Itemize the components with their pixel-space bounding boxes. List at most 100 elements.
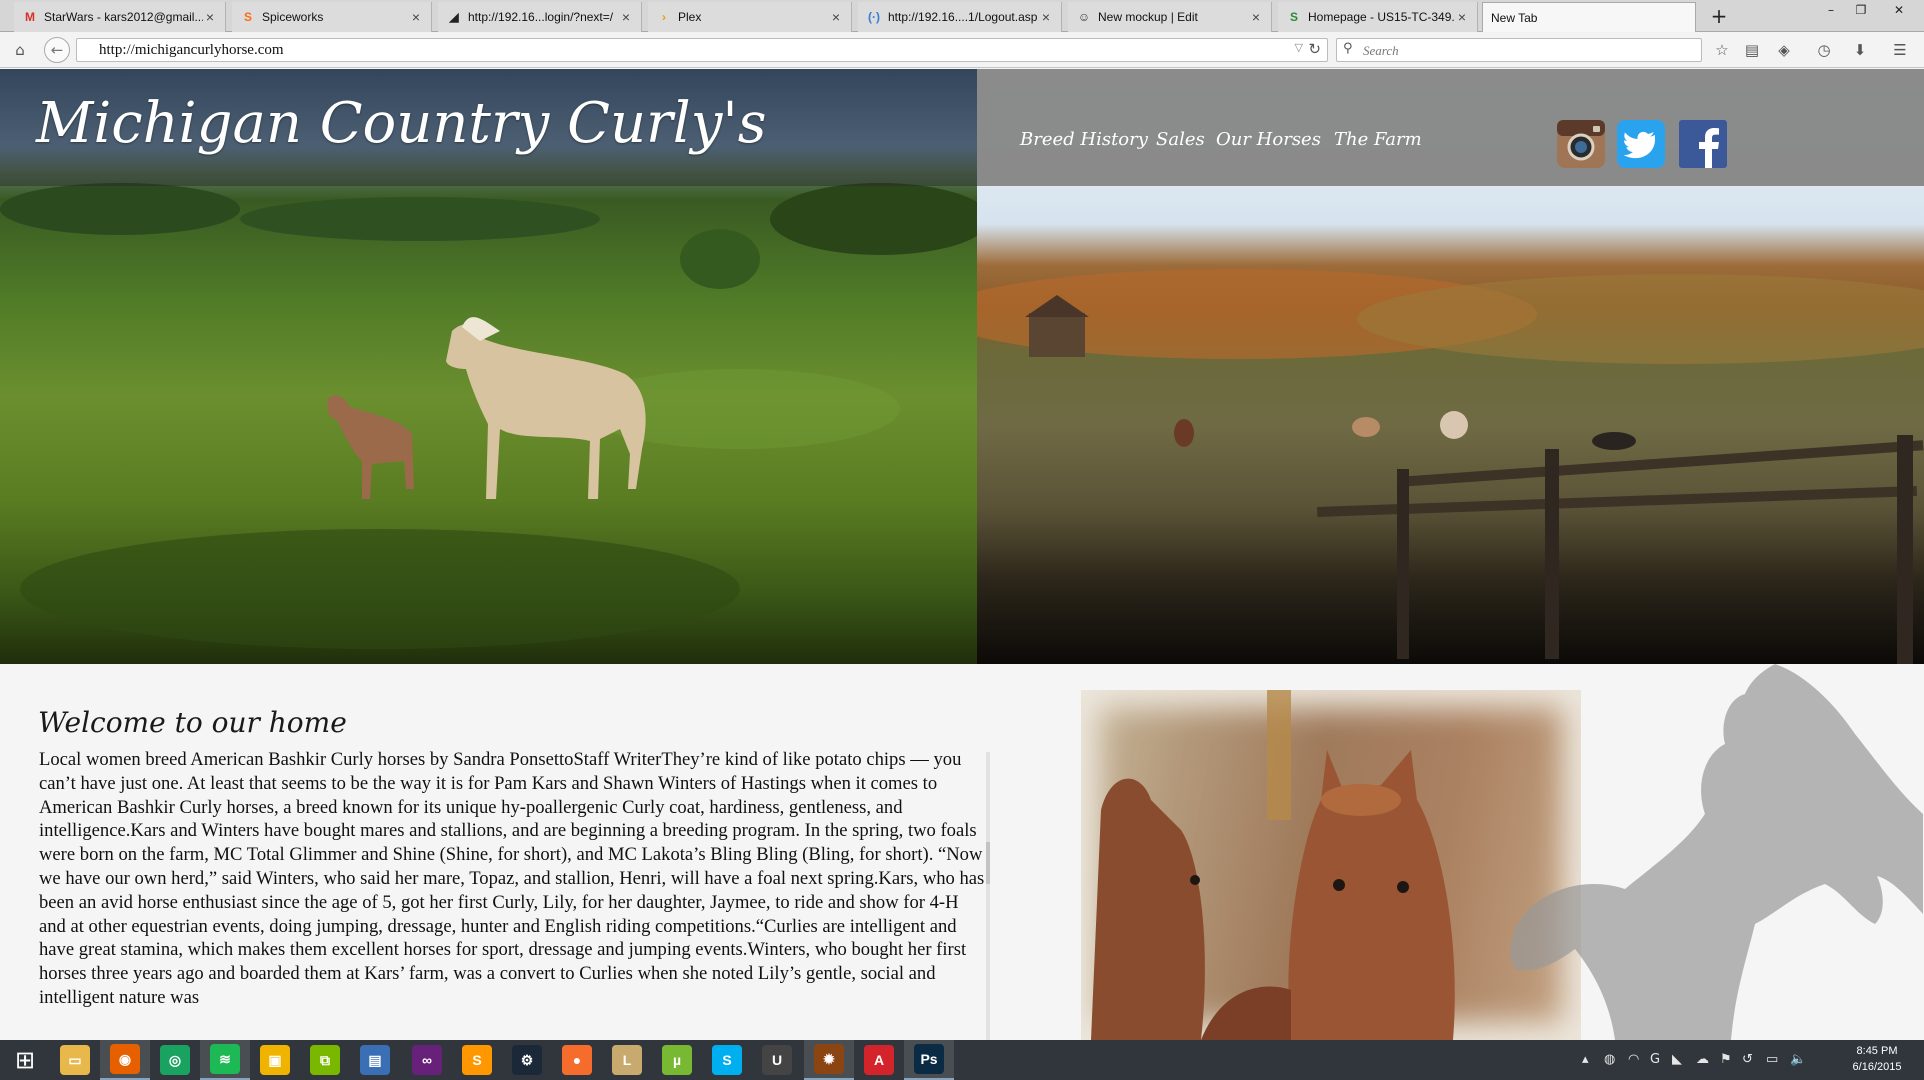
tab-title: http://192.16...login/?next=/ xyxy=(468,10,614,24)
network-tray-icon[interactable]: ▭ xyxy=(1766,1052,1778,1067)
taskbar-app-button[interactable]: ✹ xyxy=(804,1040,854,1080)
acrobat-icon: A xyxy=(864,1045,894,1075)
skype-icon: S xyxy=(712,1045,742,1075)
nvidia-tray-icon[interactable]: ◣ xyxy=(1672,1052,1682,1067)
scrollbar-thumb[interactable] xyxy=(986,842,990,884)
browser-tab[interactable]: S Spiceworks × xyxy=(232,2,432,32)
bookmark-star-icon[interactable]: ☆ xyxy=(1710,38,1734,62)
sync-tray-icon[interactable]: ↺ xyxy=(1742,1052,1753,1067)
wifi-tray-icon[interactable]: ◠ xyxy=(1628,1052,1639,1067)
article-scrollbar[interactable] xyxy=(986,752,990,1040)
horse-silhouette-graphic xyxy=(1505,664,1924,1040)
close-tab-icon[interactable]: × xyxy=(203,9,217,25)
tab-title: http://192.16....1/Logout.asp xyxy=(888,10,1038,24)
system-clock[interactable]: 8:45 PM 6/16/2015 xyxy=(1842,1043,1912,1075)
action-center-flag-icon[interactable]: ⚑ xyxy=(1720,1052,1732,1067)
twitter-icon[interactable] xyxy=(1617,120,1665,168)
windows-logo-icon: ⊞ xyxy=(14,1046,36,1074)
tab-title: Plex xyxy=(678,10,702,24)
tab-title: StarWars - kars2012@gmail.... xyxy=(44,10,203,24)
search-icon: ⚲ xyxy=(1343,41,1353,56)
volume-tray-icon[interactable]: 🔈 xyxy=(1790,1052,1806,1067)
browser-tab-bar: – ❐ ✕ + M StarWars - kars2012@gmail.... × S… xyxy=(0,0,1924,32)
close-tab-icon[interactable]: × xyxy=(409,9,423,25)
close-tab-icon[interactable]: × xyxy=(619,9,633,25)
new-tab-button[interactable]: + xyxy=(1706,4,1732,28)
sublime-text-icon: S xyxy=(462,1045,492,1075)
taskbar-app-button[interactable]: ◎ xyxy=(150,1040,200,1080)
browser-tab[interactable]: ◢ http://192.16...login/?next=/ × xyxy=(438,2,642,32)
show-hidden-icons[interactable]: ▴ xyxy=(1582,1052,1589,1067)
url-dropdown-icon[interactable]: ▽ xyxy=(1295,41,1303,54)
utorrent-icon: µ xyxy=(662,1045,692,1075)
start-button[interactable]: ⊞ xyxy=(0,1040,50,1080)
taskbar-app-button[interactable]: ⚙ xyxy=(502,1040,552,1080)
smiley-icon: ☺ xyxy=(1077,10,1091,24)
close-tab-icon[interactable]: × xyxy=(1455,9,1469,25)
site-nav-bar xyxy=(977,69,1924,186)
g-hub-tray-icon[interactable]: G xyxy=(1650,1052,1660,1067)
facebook-icon[interactable] xyxy=(1679,120,1727,168)
onedrive-tray-icon[interactable]: ☁ xyxy=(1696,1052,1709,1067)
taskbar-app-button[interactable]: ▣ xyxy=(250,1040,300,1080)
league-of-legends-icon: L xyxy=(612,1045,642,1075)
taskbar-app-button[interactable]: µ xyxy=(652,1040,702,1080)
taskbar-app-button[interactable]: U xyxy=(752,1040,802,1080)
close-tab-icon[interactable]: × xyxy=(1039,9,1053,25)
taskbar-app-button[interactable]: S xyxy=(702,1040,752,1080)
home-icon[interactable]: ⌂ xyxy=(8,38,32,62)
taskbar-app-button[interactable]: ⧉ xyxy=(300,1040,350,1080)
article-text: Local women breed American Bashkir Curly… xyxy=(39,749,985,1008)
taskbar-app-button[interactable]: ≋ xyxy=(200,1040,250,1080)
site-title[interactable]: Michigan Country Curly's xyxy=(36,91,766,156)
hero-banner: Michigan Country Curly's Breed History S… xyxy=(0,69,1924,664)
tab-title: Homepage - US15-TC-349.... xyxy=(1308,10,1455,24)
tab-title: New mockup | Edit xyxy=(1098,10,1198,24)
taskbar-app-button[interactable]: S xyxy=(452,1040,502,1080)
taskbar-app-button[interactable]: ▤ xyxy=(350,1040,400,1080)
nav-our-horses[interactable]: Our Horses xyxy=(1216,129,1321,150)
reload-icon[interactable]: ↻ xyxy=(1308,40,1321,58)
download-icon[interactable]: ⬇ xyxy=(1848,38,1872,62)
ue-launcher-icon: U xyxy=(762,1045,792,1075)
plex-icon: › xyxy=(662,10,666,24)
taskbar-app-button[interactable]: A xyxy=(854,1040,904,1080)
browser-tab[interactable]: (·) http://192.16....1/Logout.asp × xyxy=(858,2,1062,32)
history-icon[interactable]: ◷ xyxy=(1812,38,1836,62)
nav-breed-history[interactable]: Breed History xyxy=(1020,129,1148,150)
taskbar-app-button[interactable]: L xyxy=(602,1040,652,1080)
nav-the-farm[interactable]: The Farm xyxy=(1334,129,1422,150)
main-content: Welcome to our home Local women breed Am… xyxy=(0,664,1924,1040)
search-box[interactable]: ⚲ Search xyxy=(1336,38,1702,62)
close-tab-icon[interactable]: × xyxy=(829,9,843,25)
browser-tab[interactable]: ☺ New mockup | Edit × xyxy=(1068,2,1272,32)
steam-tray-icon[interactable]: ◍ xyxy=(1604,1052,1615,1067)
close-tab-icon[interactable]: × xyxy=(1249,9,1263,25)
taskbar-app-button[interactable]: ∞ xyxy=(402,1040,452,1080)
browser-tab[interactable]: › Plex × xyxy=(648,2,852,32)
browser-tab[interactable]: M StarWars - kars2012@gmail.... × xyxy=(14,2,226,32)
instagram-icon[interactable] xyxy=(1557,120,1605,168)
browser-tab[interactable]: New Tab xyxy=(1482,2,1696,32)
minimize-button[interactable]: – xyxy=(1818,0,1844,22)
vmware-icon: ⧉ xyxy=(310,1045,340,1075)
network-icon: (·) xyxy=(868,10,880,24)
taskbar-app-button[interactable]: ● xyxy=(552,1040,602,1080)
pocket-icon[interactable]: ◈ xyxy=(1772,38,1796,62)
browser-tab[interactable]: S Homepage - US15-TC-349.... × xyxy=(1278,2,1478,32)
taskbar-app-button[interactable]: Ps xyxy=(904,1040,954,1080)
restore-button[interactable]: ❐ xyxy=(1848,0,1874,22)
url-text[interactable]: http://michigancurlyhorse.com xyxy=(99,42,284,59)
address-bar[interactable]: http://michigancurlyhorse.com ▽ ↻ xyxy=(76,38,1328,62)
taskbar-app-button[interactable]: ◉ xyxy=(100,1040,150,1080)
spiceworks-icon: S xyxy=(243,10,252,24)
back-button[interactable]: ← xyxy=(44,37,70,63)
reading-list-icon[interactable]: ▤ xyxy=(1740,38,1764,62)
close-window-button[interactable]: ✕ xyxy=(1886,0,1912,22)
remote-desktop-icon: ▤ xyxy=(360,1045,390,1075)
taskbar-app-button[interactable]: ▭ xyxy=(50,1040,100,1080)
nav-sales[interactable]: Sales xyxy=(1156,129,1205,150)
tab-title: New Tab xyxy=(1491,10,1538,25)
menu-icon[interactable]: ☰ xyxy=(1888,38,1912,62)
steam-icon: ⚙ xyxy=(512,1045,542,1075)
